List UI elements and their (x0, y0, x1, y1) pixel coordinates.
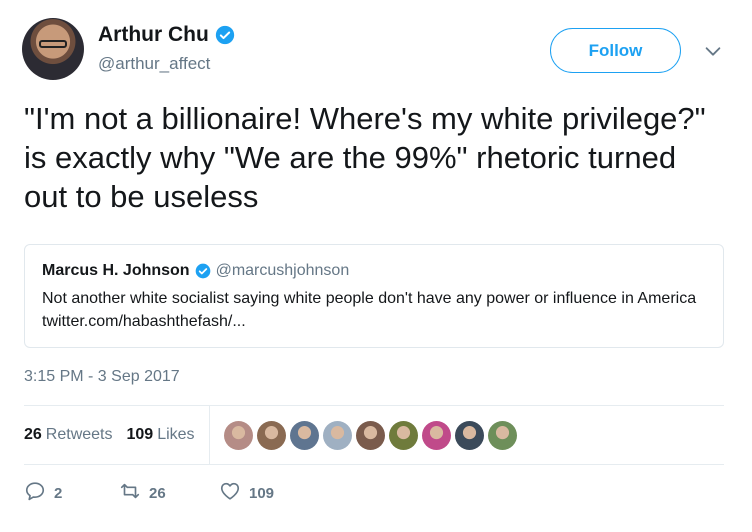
liker-avatar[interactable] (322, 420, 352, 450)
reply-count: 2 (54, 484, 63, 502)
retweet-count: 26 (149, 484, 166, 502)
author-handle[interactable]: @arthur_affect (98, 54, 210, 74)
liker-avatar[interactable] (388, 420, 418, 450)
retweets-label: Retweets (45, 426, 113, 443)
chevron-down-icon[interactable] (702, 40, 724, 62)
reply-icon (24, 480, 46, 506)
tweet-stats: 26 Retweets 109 Likes (24, 406, 724, 464)
quoted-author-name: Marcus H. Johnson (42, 262, 190, 279)
like-count: 109 (249, 484, 275, 502)
verified-badge-icon (215, 25, 235, 45)
reply-action[interactable]: 2 (24, 480, 119, 506)
divider (24, 464, 724, 465)
heart-icon (219, 480, 241, 506)
author-avatar[interactable] (22, 18, 84, 80)
liker-avatar[interactable] (454, 420, 484, 450)
likes-label: Likes (157, 426, 195, 443)
liker-avatar[interactable] (487, 420, 517, 450)
tweet-actions: 2 26 109 (24, 480, 274, 506)
retweet-action[interactable]: 26 (119, 480, 219, 506)
author-name-row[interactable]: Arthur Chu (98, 23, 235, 47)
quoted-tweet-header: Marcus H. Johnson @marcushjohnson (42, 262, 706, 280)
verified-badge-icon (195, 263, 211, 279)
liker-avatar[interactable] (355, 420, 385, 450)
tweet-text: "I'm not a billionaire! Where's my white… (24, 101, 706, 214)
tweet-timestamp[interactable]: 3:15 PM - 3 Sep 2017 (24, 368, 180, 386)
likes-count: 109 (126, 426, 154, 443)
author-display-name[interactable]: Arthur Chu (98, 23, 209, 47)
liker-avatar[interactable] (256, 420, 286, 450)
stats-separator (208, 406, 210, 464)
quoted-tweet-card[interactable]: Marcus H. Johnson @marcushjohnson Not an… (24, 244, 724, 348)
quoted-author-handle: @marcushjohnson (215, 262, 350, 279)
retweets-count: 26 (24, 426, 42, 443)
liker-avatar[interactable] (289, 420, 319, 450)
like-action[interactable]: 109 (219, 480, 274, 506)
follow-button[interactable]: Follow (550, 28, 681, 73)
liker-avatar[interactable] (223, 420, 253, 450)
liker-avatars (223, 420, 517, 450)
liker-avatar[interactable] (421, 420, 451, 450)
quoted-tweet-text: Not another white socialist saying white… (42, 290, 697, 330)
avatar-glasses (39, 40, 67, 48)
likes-stat[interactable]: 109 Likes (127, 426, 195, 444)
retweet-icon (119, 480, 141, 506)
retweets-stat[interactable]: 26 Retweets (24, 426, 113, 444)
